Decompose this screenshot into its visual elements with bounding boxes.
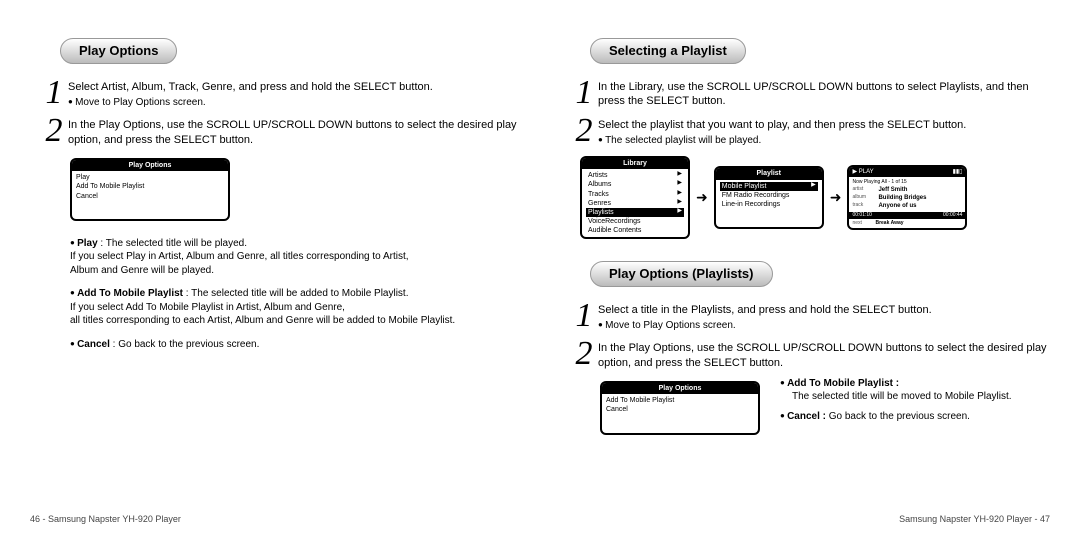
device-item: Cancel [76, 192, 224, 201]
device-item: Albums [588, 180, 611, 189]
step-subtext: Move to Play Options screen. [68, 96, 520, 110]
label-album: album [852, 194, 878, 202]
now-playing-status: Now Playing All - 1 of 15 [852, 179, 962, 186]
device-item: Line-in Recordings [722, 200, 780, 209]
device-item: Audible Contents [588, 226, 641, 235]
step-text: Select the playlist that you want to pla… [598, 118, 1050, 133]
chevron-right-icon: ▶ [677, 208, 682, 217]
chevron-right-icon: ▶ [677, 180, 682, 189]
chevron-right-icon: ▶ [677, 199, 682, 208]
page-footer-left: 46 - Samsung Napster YH-920 Player [30, 509, 520, 529]
step-number: 1 [570, 299, 598, 333]
step-text: In the Play Options, use the SCROLL UP/S… [68, 118, 520, 148]
arrow-right-icon: ➜ [830, 188, 842, 207]
step-subtext: The selected playlist will be played. [598, 134, 1050, 148]
step-text: Select a title in the Playlists, and pre… [598, 303, 1050, 318]
chevron-right-icon: ▶ [677, 190, 682, 199]
device-title: Play Options [602, 383, 758, 394]
device-item: Add To Mobile Playlist [76, 182, 224, 191]
device-item: Cancel [606, 405, 754, 414]
device-screen-now-playing: ▶ PLAY ▮▮▯ Now Playing All - 1 of 15 art… [847, 165, 967, 230]
device-item: Play [76, 173, 224, 182]
device-item: Tracks [588, 190, 609, 199]
step-2: 2 In the Play Options, use the SCROLL UP… [40, 114, 520, 148]
step-text: In the Play Options, use the SCROLL UP/S… [598, 341, 1050, 371]
notes-list: ● Add To Mobile Playlist : The selected … [780, 373, 1050, 443]
note-lead: Add To Mobile Playlist : [787, 378, 899, 389]
device-item: Add To Mobile Playlist [606, 396, 754, 405]
notes-list: Play : The selected title will be played… [70, 237, 520, 362]
right-page: Selecting a Playlist 1 In the Library, u… [560, 20, 1050, 529]
note-extra: If you select Play in Artist, Album and … [70, 251, 409, 262]
device-screen-library: Library Artists ▶ Albums ▶ Tracks ▶ Genres ▶… [580, 156, 690, 239]
section-heading-play-options-playlists: Play Options (Playlists) [590, 261, 773, 287]
label-next: next [849, 219, 875, 228]
step-text: Select Artist, Album, Track, Genre, and … [68, 80, 520, 95]
page-footer-right: Samsung Napster YH-920 Player - 47 [560, 509, 1050, 529]
note-extra: all titles corresponding to each Artist,… [70, 315, 455, 326]
note-extra: Album and Genre will be played. [70, 265, 214, 276]
device-screen-playlist: Playlist Mobile Playlist ▶ FM Radio Recor… [714, 166, 824, 229]
note-text: Go back to the previous screen. [826, 411, 970, 422]
note-lead: Play [77, 238, 98, 249]
step-number: 2 [570, 337, 598, 371]
note-text: The selected title will be moved to Mobi… [792, 390, 1012, 404]
device-title: Playlist [716, 168, 822, 179]
step-2: 2 In the Play Options, use the SCROLL UP… [570, 337, 1050, 371]
time-elapsed: 00:01:10 [852, 212, 871, 219]
device-title: Library [582, 158, 688, 169]
section-heading-selecting-playlist: Selecting a Playlist [590, 38, 746, 64]
step-2: 2 Select the playlist that you want to p… [570, 114, 1050, 148]
device-item-selected: Mobile Playlist [722, 182, 767, 191]
step-number: 2 [570, 114, 598, 148]
device-item: VoiceRecordings [588, 217, 641, 226]
device-title: Play Options [72, 160, 228, 171]
note-lead: Cancel [77, 339, 110, 350]
value-track: Anyone of us [878, 202, 962, 210]
device-item: Artists [588, 171, 607, 180]
step-1: 1 Select Artist, Album, Track, Genre, an… [40, 76, 520, 110]
battery-icon: ▮▮▯ [953, 168, 963, 176]
time-remaining: 00:00:44 [943, 212, 962, 219]
arrow-right-icon: ➜ [696, 188, 708, 207]
label-track: track [852, 202, 878, 210]
label-artist: artist [852, 186, 878, 194]
section-heading-play-options: Play Options [60, 38, 177, 64]
note-lead: Add To Mobile Playlist [77, 288, 183, 299]
chevron-right-icon: ▶ [811, 182, 816, 191]
device-item-selected: Playlists [588, 208, 614, 217]
note-text: : The selected title will be played. [98, 238, 247, 249]
step-number: 1 [40, 76, 68, 110]
step-text: In the Library, use the SCROLL UP/SCROLL… [598, 80, 1050, 110]
note-text: : Go back to the previous screen. [110, 339, 260, 350]
value-album: Building Bridges [878, 194, 962, 202]
chevron-right-icon: ▶ [677, 171, 682, 180]
step-number: 1 [570, 76, 598, 110]
play-indicator: ▶ PLAY [852, 168, 873, 176]
step-subtext: Move to Play Options screen. [598, 319, 1050, 333]
step-1: 1 In the Library, use the SCROLL UP/SCRO… [570, 76, 1050, 110]
value-artist: Jeff Smith [878, 186, 962, 194]
device-item: Genres [588, 199, 611, 208]
left-page: Play Options 1 Select Artist, Album, Tra… [30, 20, 520, 529]
device-screen-play-options: Play Options Play Add To Mobile Playlist… [70, 158, 230, 221]
step-1: 1 Select a title in the Playlists, and p… [570, 299, 1050, 333]
note-text: : The selected title will be added to Mo… [183, 288, 409, 299]
note-lead: Cancel : [787, 411, 826, 422]
note-extra: If you select Add To Mobile Playlist in … [70, 302, 345, 313]
device-flow: Library Artists ▶ Albums ▶ Tracks ▶ Genres ▶… [580, 156, 1050, 239]
device-screen-play-options: Play Options Add To Mobile Playlist Canc… [600, 381, 760, 435]
value-next: Break Away [875, 219, 903, 228]
step-number: 2 [40, 114, 68, 148]
device-item: FM Radio Recordings [722, 191, 790, 200]
